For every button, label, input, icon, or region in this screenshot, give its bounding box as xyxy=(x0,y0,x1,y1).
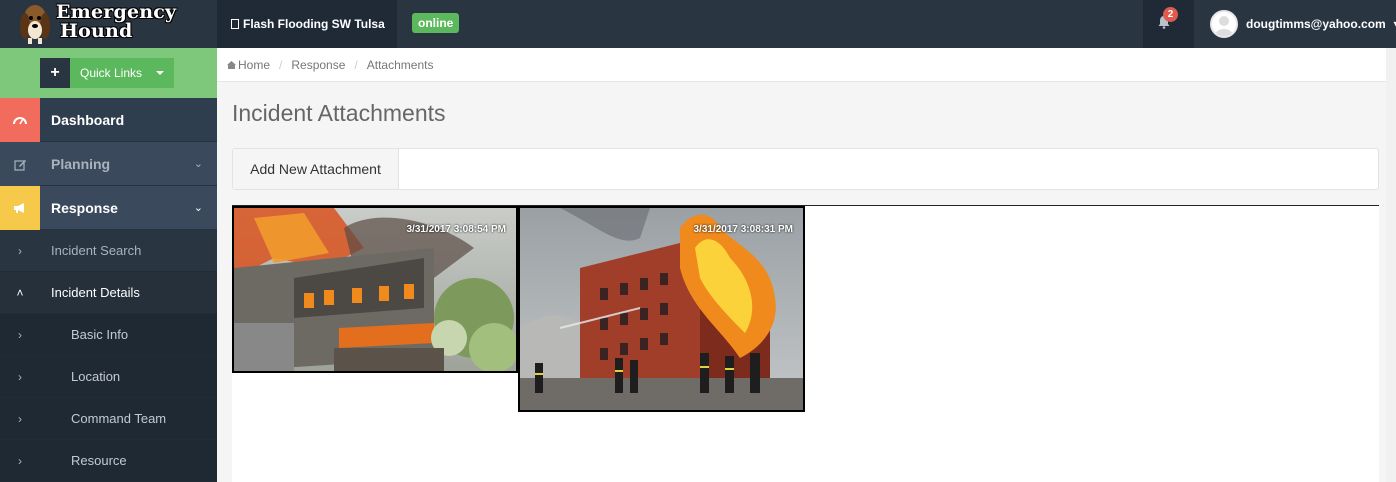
breadcrumb: Home / Response / Attachments xyxy=(217,48,1396,82)
user-menu[interactable]: dougtimms@yahoo.com ▼ xyxy=(1210,9,1396,39)
sidebar-item-label: Dashboard xyxy=(51,112,125,128)
chevron-down-icon: ⌄ xyxy=(193,202,203,214)
chevron-up-icon: ˄ xyxy=(16,286,24,300)
quick-links-button[interactable]: + Quick Links xyxy=(40,58,174,88)
sidebar-item-dashboard[interactable]: Dashboard xyxy=(0,98,217,142)
sidebar-item-label: Planning xyxy=(51,156,111,172)
quick-links-area: + Quick Links xyxy=(0,48,217,98)
chevron-right-icon: › xyxy=(18,328,22,342)
brand-name: Emergency Hound xyxy=(56,3,176,41)
quick-links-label: Quick Links xyxy=(80,66,143,80)
attachment-thumbnail[interactable]: 3/31/2017 3:08:31 PM xyxy=(518,206,805,412)
sidebar-item-label: Basic Info xyxy=(71,327,129,342)
chevron-right-icon: › xyxy=(18,412,22,426)
hound-logo-icon xyxy=(20,5,50,44)
action-bar: Add New Attachment xyxy=(232,148,1379,190)
user-email: dougtimms@yahoo.com xyxy=(1246,17,1386,31)
notification-count-badge: 2 xyxy=(1163,7,1178,22)
building-icon xyxy=(231,19,239,29)
sidebar: + Quick Links Dashboard Planning ⌄ Respo… xyxy=(0,48,217,482)
incident-name: Flash Flooding SW Tulsa xyxy=(243,17,385,31)
edit-icon xyxy=(0,142,40,186)
attachment-timestamp: 3/31/2017 3:08:31 PM xyxy=(693,224,793,235)
sidebar-item-resource[interactable]: › Resource xyxy=(0,440,217,482)
sidebar-item-label: Response xyxy=(51,200,118,216)
chevron-down-icon: ▼ xyxy=(1392,19,1396,29)
page-title: Incident Attachments xyxy=(232,100,446,126)
sidebar-item-incident-search[interactable]: › Incident Search xyxy=(0,230,217,272)
sidebar-item-label: Resource xyxy=(71,453,127,468)
chevron-right-icon: › xyxy=(18,454,22,468)
chevron-down-icon: ⌄ xyxy=(193,158,203,170)
quick-links-label-wrap: Quick Links xyxy=(70,58,174,88)
breadcrumb-current: Attachments xyxy=(366,57,434,72)
chevron-right-icon: › xyxy=(18,244,22,258)
sidebar-item-label: Location xyxy=(71,369,121,384)
notifications-button[interactable]: 2 xyxy=(1143,0,1194,48)
status-badge: online xyxy=(412,13,460,33)
sidebar-item-response[interactable]: Response ⌄ xyxy=(0,186,217,230)
attachment-thumbnail[interactable]: 3/31/2017 3:08:54 PM xyxy=(232,206,518,373)
attachment-timestamp: 3/31/2017 3:08:54 PM xyxy=(406,224,506,235)
megaphone-icon xyxy=(0,186,40,230)
home-icon xyxy=(227,60,236,69)
dashboard-icon xyxy=(0,98,40,142)
breadcrumb-home-link[interactable]: Home xyxy=(238,58,270,72)
sidebar-item-label: Incident Details xyxy=(51,285,140,300)
current-incident-tab[interactable]: Flash Flooding SW Tulsa xyxy=(217,0,397,48)
breadcrumb-separator: / xyxy=(354,57,358,72)
chevron-right-icon: › xyxy=(18,370,22,384)
sidebar-item-label: Command Team xyxy=(71,411,167,426)
sidebar-item-location[interactable]: › Location xyxy=(0,356,217,398)
page-scrollbar[interactable] xyxy=(1386,48,1396,482)
brand-line-2: Hound xyxy=(60,20,133,42)
attachment-gallery: 3/31/2017 3:08:54 PM 3/31/2017 3:08:31 P… xyxy=(232,205,1379,482)
top-navbar: Emergency Hound Flash Flooding SW Tulsa … xyxy=(0,0,1396,48)
fire-photo-image xyxy=(520,208,803,410)
avatar xyxy=(1210,10,1238,38)
sidebar-item-planning[interactable]: Planning ⌄ xyxy=(0,142,217,186)
sidebar-item-label: Incident Search xyxy=(51,243,142,258)
user-silhouette-icon xyxy=(1215,16,1233,36)
add-attachment-button[interactable]: Add New Attachment xyxy=(233,149,399,189)
caret-down-icon xyxy=(156,71,164,75)
sidebar-item-basic-info[interactable]: › Basic Info xyxy=(0,314,217,356)
sidebar-item-command-team[interactable]: › Command Team xyxy=(0,398,217,440)
plus-icon: + xyxy=(40,58,70,88)
breadcrumb-separator: / xyxy=(279,57,283,72)
breadcrumb-response-link[interactable]: Response xyxy=(291,58,345,72)
brand[interactable]: Emergency Hound xyxy=(0,0,217,48)
sidebar-item-incident-details[interactable]: ˄ Incident Details xyxy=(0,272,217,314)
